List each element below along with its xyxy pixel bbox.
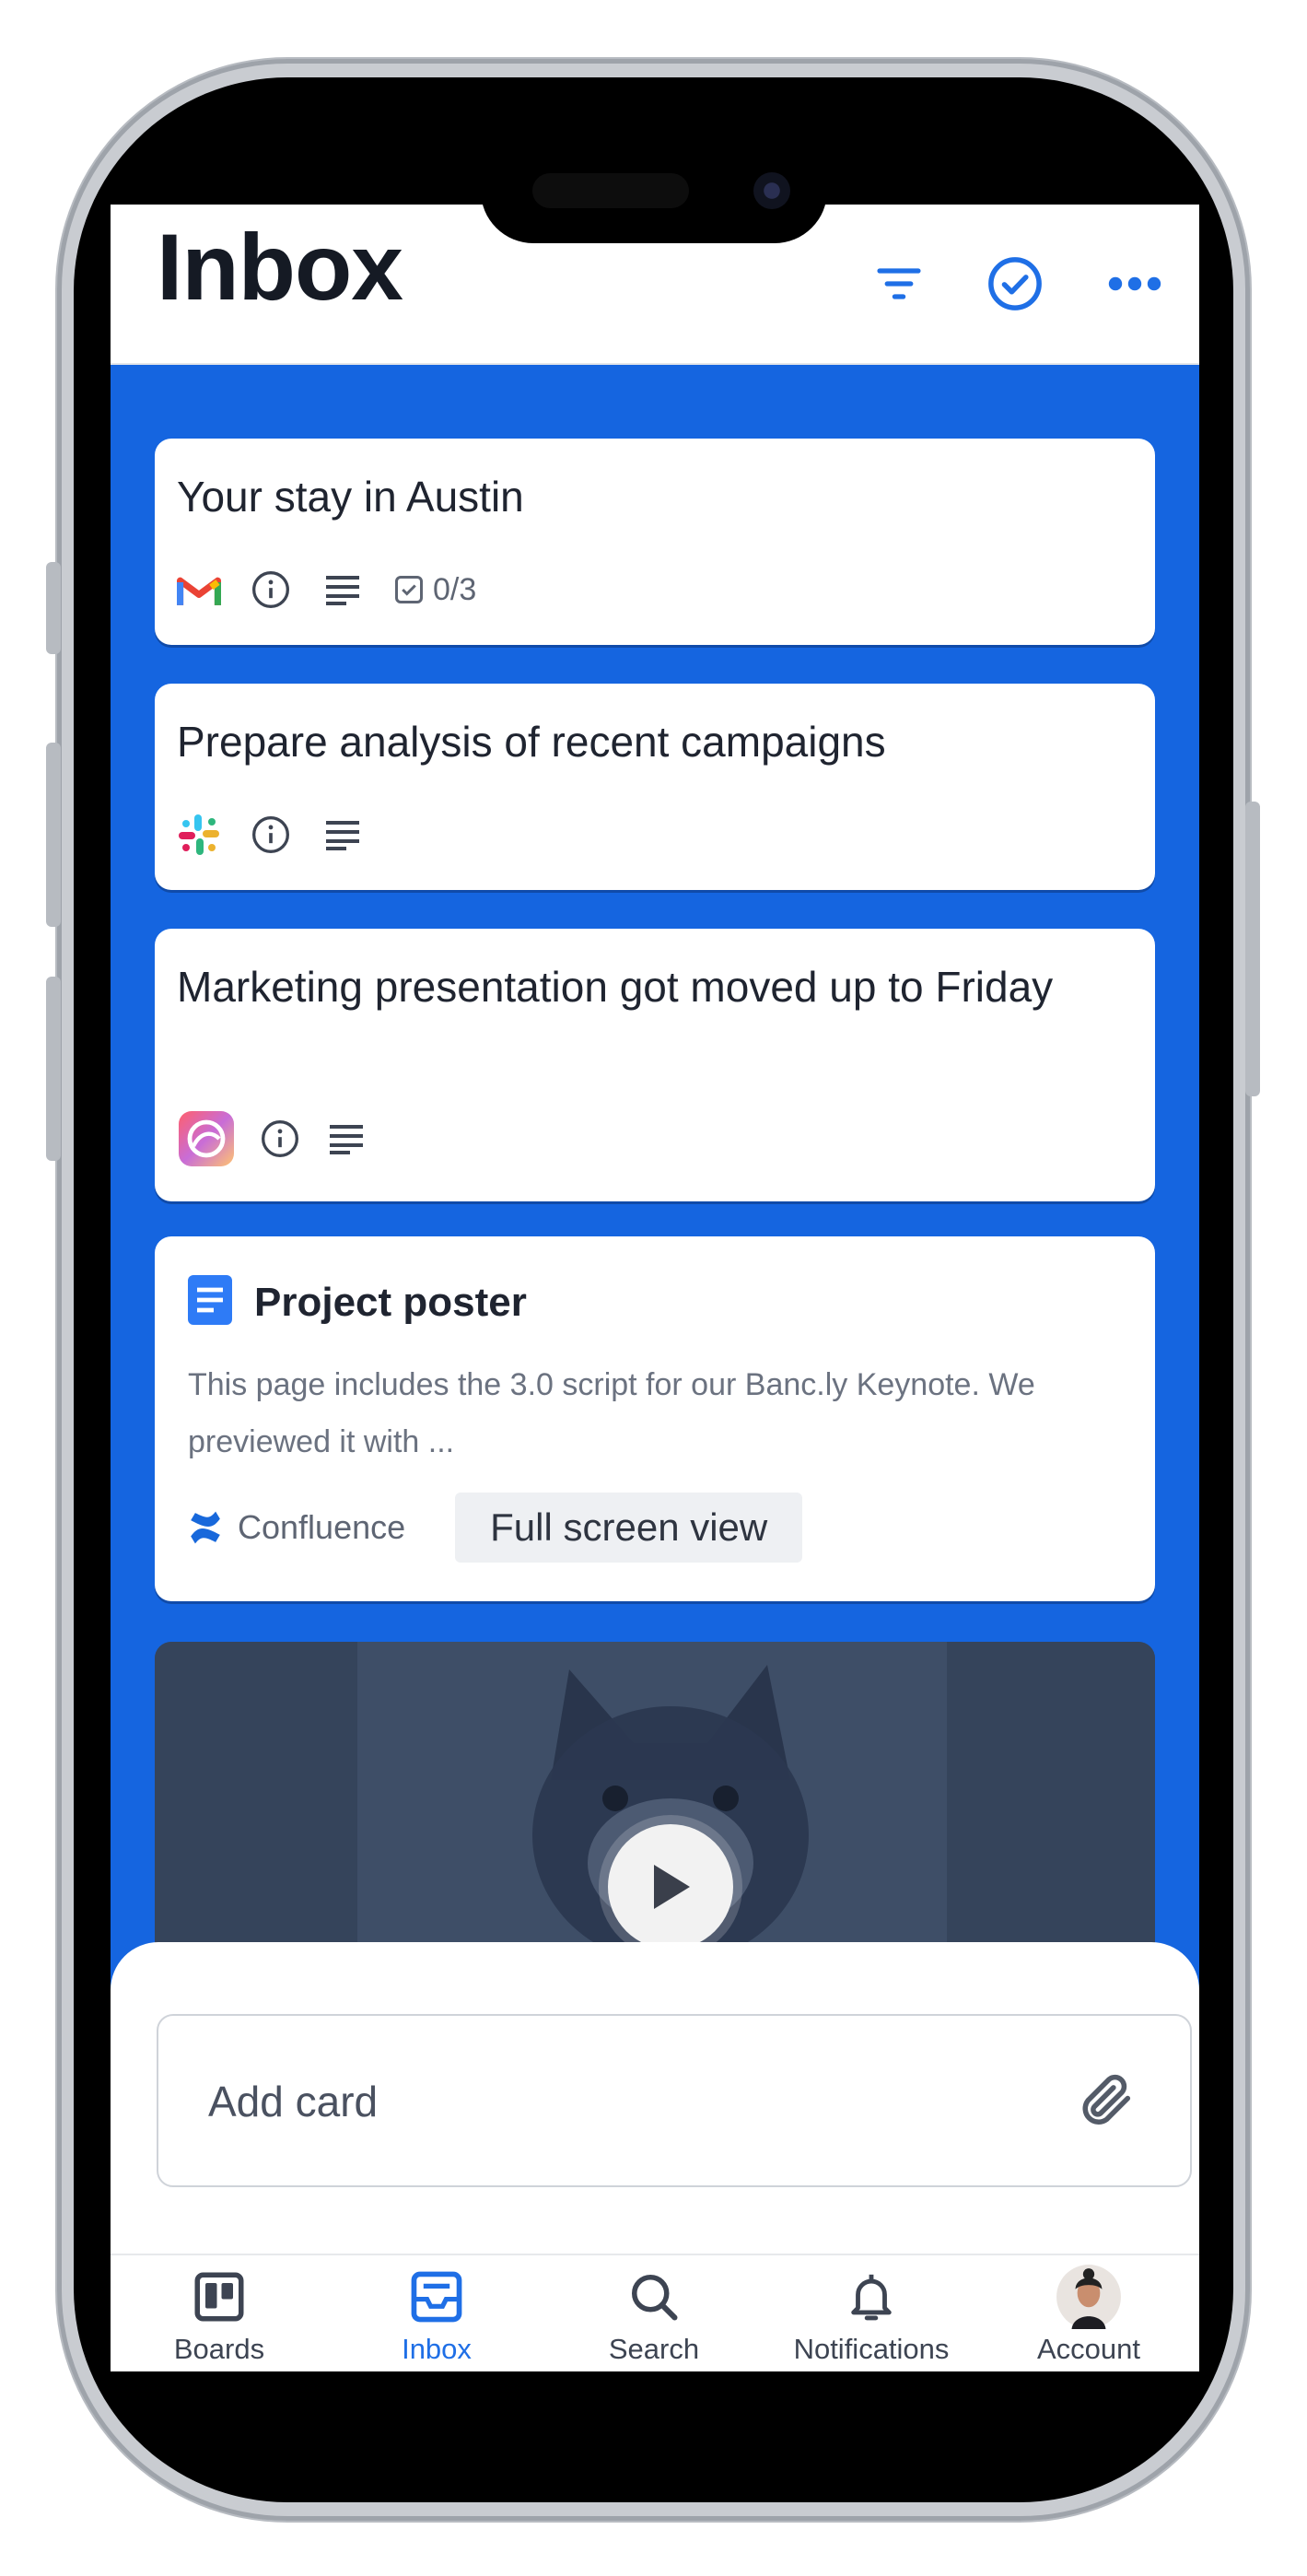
confluence-source: Confluence xyxy=(188,1508,405,1547)
paperclip-icon[interactable] xyxy=(1074,2067,1138,2132)
tab-boards[interactable]: Boards xyxy=(111,2255,328,2371)
gmail-icon xyxy=(177,568,221,612)
search-icon xyxy=(545,2265,763,2329)
card-title: Marketing presentation got moved up to F… xyxy=(177,963,1054,1011)
tab-bar: Boards Inbox Search Notifications Accoun… xyxy=(111,2254,1199,2371)
inbox-card[interactable]: Your stay in Austin 0/3 xyxy=(155,439,1155,645)
tab-label: Account xyxy=(1036,2333,1140,2365)
document-icon xyxy=(188,1275,232,1329)
dynamic-island xyxy=(481,138,827,243)
check-circle-icon[interactable] xyxy=(982,251,1048,317)
play-button[interactable] xyxy=(608,1824,733,1950)
island-sensor xyxy=(532,173,689,208)
inbox-icon xyxy=(328,2265,545,2329)
more-icon[interactable] xyxy=(1102,251,1168,317)
bell-icon xyxy=(763,2265,980,2329)
doc-title: Project poster xyxy=(254,1279,527,1325)
info-icon xyxy=(249,568,293,612)
inbox-card[interactable]: Prepare analysis of recent campaigns xyxy=(155,684,1155,890)
card-badges: 0/3 xyxy=(177,568,476,612)
volume-up-button xyxy=(46,743,61,927)
card-badges xyxy=(177,813,365,857)
tab-label: Boards xyxy=(173,2333,265,2365)
checklist-badge: 0/3 xyxy=(392,572,476,608)
mute-switch xyxy=(46,562,61,654)
page-title: Inbox xyxy=(157,215,403,320)
description-icon xyxy=(321,568,365,612)
tab-search[interactable]: Search xyxy=(545,2255,763,2371)
app-icon xyxy=(177,1109,236,1168)
tab-label: Inbox xyxy=(402,2333,472,2365)
camera-icon xyxy=(753,172,790,209)
full-screen-view-button[interactable]: Full screen view xyxy=(455,1493,803,1563)
card-title: Your stay in Austin xyxy=(177,473,524,521)
volume-down-button xyxy=(46,977,61,1161)
tab-account[interactable]: Account xyxy=(980,2255,1197,2371)
description-icon xyxy=(324,1117,368,1161)
confluence-icon xyxy=(191,1511,220,1544)
description-icon xyxy=(321,813,365,857)
tab-inbox[interactable]: Inbox xyxy=(328,2255,545,2371)
info-icon xyxy=(258,1117,302,1161)
doc-excerpt: This page includes the 3.0 script for ou… xyxy=(188,1367,1035,1459)
add-card-box xyxy=(157,2014,1192,2187)
doc-header: Project poster xyxy=(188,1275,527,1329)
confluence-card[interactable]: Project poster This page includes the 3.… xyxy=(155,1236,1155,1601)
inbox-card[interactable]: Marketing presentation got moved up to F… xyxy=(155,929,1155,1201)
avatar xyxy=(980,2265,1197,2329)
slack-icon xyxy=(177,813,221,857)
power-button xyxy=(1245,802,1260,1096)
checklist-count: 0/3 xyxy=(433,571,477,607)
doc-footer: Confluence Full screen view xyxy=(188,1493,803,1563)
app-screen: Inbox Your stay in Austin 0/3 Prepare an… xyxy=(111,205,1199,2371)
card-badges xyxy=(177,1109,368,1168)
card-title: Prepare analysis of recent campaigns xyxy=(177,718,886,766)
tab-label: Notifications xyxy=(793,2333,950,2365)
boards-icon xyxy=(111,2265,328,2329)
filter-icon[interactable] xyxy=(866,251,932,317)
checklist-icon xyxy=(395,576,423,603)
tab-notifications[interactable]: Notifications xyxy=(763,2255,980,2371)
play-icon xyxy=(654,1865,690,1909)
add-card-input[interactable] xyxy=(206,2016,1039,2187)
info-icon xyxy=(249,813,293,857)
source-label: Confluence xyxy=(238,1508,406,1546)
tab-label: Search xyxy=(608,2333,700,2365)
